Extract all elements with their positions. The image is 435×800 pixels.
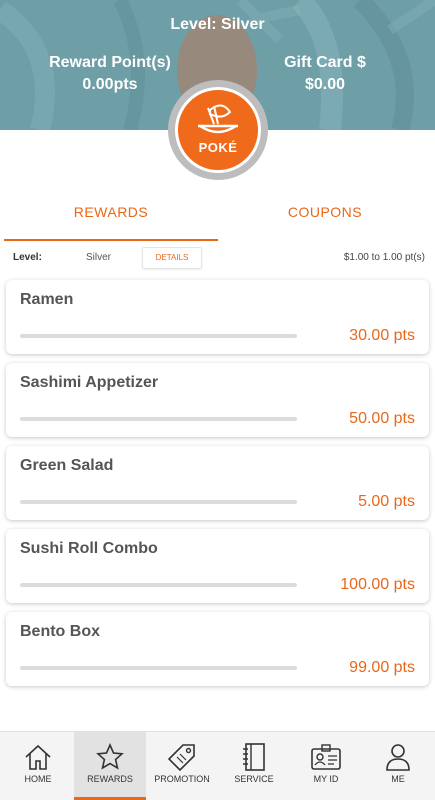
poke-bowl-icon [198, 104, 238, 134]
brand-logo: POKÉ [175, 87, 261, 173]
reward-points-label: Reward Point(s) [49, 54, 171, 71]
gift-card-stat: Gift Card $ $0.00 [260, 52, 390, 96]
reward-progress-bar [20, 583, 297, 587]
nav-label: REWARDS [87, 774, 133, 784]
reward-card-green-salad[interactable]: Green Salad 5.00 pts [6, 446, 429, 520]
nav-promotion[interactable]: PROMOTION [146, 732, 218, 800]
nav-rewards[interactable]: REWARDS [74, 732, 146, 800]
nav-home[interactable]: HOME [2, 732, 74, 800]
reward-card-ramen[interactable]: Ramen 30.00 pts [6, 280, 429, 354]
nav-label: HOME [24, 774, 52, 784]
reward-name: Sushi Roll Combo [20, 540, 158, 557]
details-button[interactable]: DETAILS [142, 247, 202, 269]
tag-icon [167, 744, 195, 772]
nav-label: PROMOTION [154, 774, 210, 784]
nav-label: MY ID [313, 774, 339, 784]
app-screen: Level: Silver Reward Point(s) 0.00pts Gi… [0, 0, 435, 800]
reward-points: 30.00 pts [349, 327, 415, 344]
reward-points: 50.00 pts [349, 410, 415, 427]
gift-card-label: Gift Card $ [284, 54, 366, 71]
reward-name: Bento Box [20, 623, 100, 640]
reward-card-bento-box[interactable]: Bento Box 99.00 pts [6, 612, 429, 686]
bottom-nav: HOME REWARDS PROMOTION SERVICE MY ID ME [0, 731, 435, 800]
reward-progress-bar [20, 417, 297, 421]
tab-rewards[interactable]: REWARDS [4, 195, 218, 241]
reward-card-sashimi-appetizer[interactable]: Sashimi Appetizer 50.00 pts [6, 363, 429, 437]
reward-progress-bar [20, 334, 297, 338]
nav-service[interactable]: SERVICE [218, 732, 290, 800]
gift-card-value: $0.00 [304, 76, 346, 93]
rewards-tabs: REWARDS COUPONS [0, 195, 435, 241]
tab-coupons[interactable]: COUPONS [218, 195, 432, 241]
home-icon [25, 744, 51, 770]
reward-name: Sashimi Appetizer [20, 374, 159, 391]
id-card-icon [311, 744, 341, 770]
reward-points: 5.00 pts [358, 493, 415, 510]
person-icon [386, 744, 410, 771]
nav-my-id[interactable]: MY ID [290, 732, 362, 800]
star-icon [96, 743, 124, 770]
level-value: Silver [86, 252, 112, 263]
notebook-icon [243, 743, 265, 771]
reward-name: Ramen [20, 291, 74, 308]
reward-points-stat: Reward Point(s) 0.00pts [40, 52, 180, 96]
reward-points: 99.00 pts [349, 659, 415, 676]
reward-points: 100.00 pts [340, 576, 415, 593]
level-title: Level: Silver [170, 16, 265, 33]
reward-points-value: 0.00pts [82, 76, 138, 93]
reward-name: Green Salad [20, 457, 114, 474]
reward-progress-bar [20, 500, 297, 504]
nav-me[interactable]: ME [362, 732, 434, 800]
nav-label: SERVICE [234, 774, 274, 784]
conversion-rate: $1.00 to 1.00 pt(s) [343, 252, 425, 263]
reward-progress-bar [20, 666, 297, 670]
level-row: Level: Silver DETAILS $1.00 to 1.00 pt(s… [0, 245, 435, 271]
level-label: Level: [13, 252, 42, 263]
nav-label: ME [391, 774, 405, 784]
reward-card-sushi-roll-combo[interactable]: Sushi Roll Combo 100.00 pts [6, 529, 429, 603]
logo-text: POKÉ [198, 140, 238, 155]
